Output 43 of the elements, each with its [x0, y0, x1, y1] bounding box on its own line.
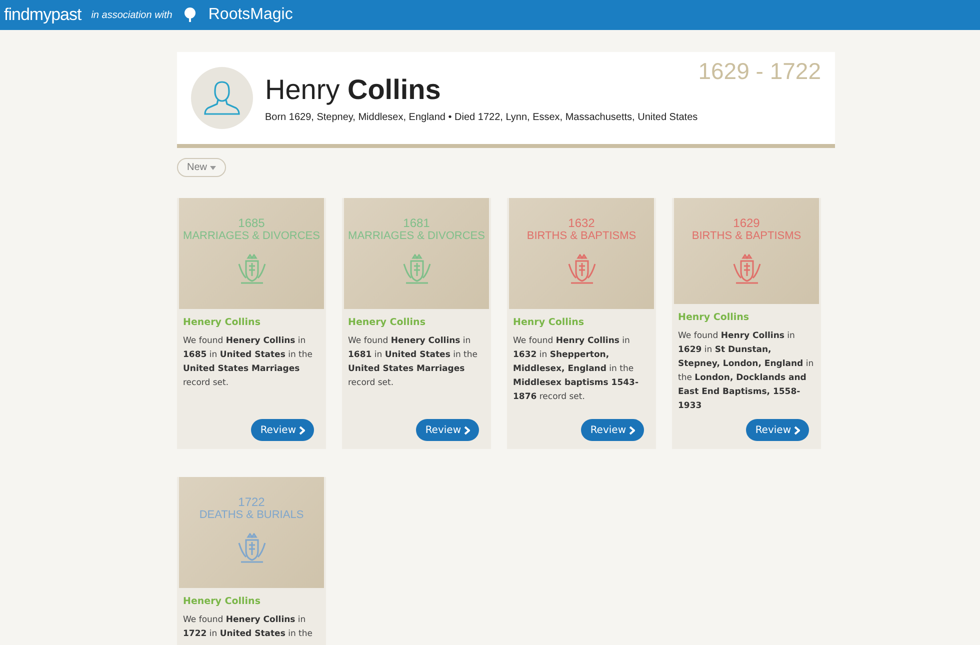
- life-summary: Born 1629, Stepney, Middlesex, England • Died 1722, Lynn, Essex, Massachusetts, United States: [265, 112, 698, 122]
- caret-icon: [210, 166, 216, 170]
- record-name: Henry Collins: [678, 312, 750, 323]
- partner-logo[interactable]: RootsMagic: [208, 6, 293, 24]
- review-button[interactable]: Review: [581, 419, 644, 441]
- person-icon: [202, 78, 242, 118]
- record-description: We found Henry Collins in 1629 in St Dunstan, Stepney, London, England in the London, Docklands and East End Baptisms, 1558-1933: [678, 330, 815, 413]
- record-description: We found Henery Collins in 1681 in United States in the United States Marriages record set.: [348, 335, 478, 390]
- cover-category: BIRTHS & BAPTISMS: [692, 230, 802, 242]
- lifespan: 1629 - 1722: [698, 58, 821, 85]
- crest-icon: [732, 254, 762, 286]
- filter-dropdown[interactable]: New: [177, 158, 226, 177]
- cover-category: MARRIAGES & DIVORCES: [348, 230, 485, 242]
- cover-year: 1685: [238, 216, 265, 230]
- cover-category: BIRTHS & BAPTISMS: [526, 230, 636, 242]
- cover-year: 1632: [568, 216, 595, 230]
- chevron-icon: [629, 426, 635, 434]
- association-text: in association with: [91, 10, 172, 20]
- record-name: Henry Collins: [513, 317, 586, 328]
- chevron-icon: [299, 426, 305, 434]
- record-description: We found Henery Collins in 1722 in United States in the: [183, 614, 314, 641]
- crest-icon: [566, 254, 596, 286]
- chevron-icon: [464, 426, 470, 434]
- cover-category: DEATHS & BURIALS: [199, 509, 304, 521]
- review-button[interactable]: Review: [416, 419, 479, 441]
- cover-year: 1681: [403, 216, 430, 230]
- chevron-icon: [794, 426, 800, 434]
- tree-icon: [182, 7, 198, 23]
- cover-year: 1629: [733, 216, 760, 230]
- person-name: Henry Collins: [265, 74, 442, 106]
- record-name: Henery Collins: [183, 596, 262, 607]
- record-name: Henery Collins: [183, 317, 262, 328]
- record-name: Henery Collins: [348, 317, 426, 328]
- review-button[interactable]: Review: [251, 419, 314, 441]
- review-button[interactable]: Review: [746, 419, 809, 441]
- record-description: We found Henery Collins in 1685 in United States in the United States Marriages record set.: [183, 335, 314, 390]
- cover-year: 1722: [238, 495, 265, 509]
- crest-icon: [236, 254, 266, 286]
- cover-category: MARRIAGES & DIVORCES: [183, 230, 320, 242]
- logo[interactable]: findmypast: [4, 5, 82, 25]
- crest-icon: [236, 533, 266, 565]
- record-description: We found Henry Collins in 1632 in Shepperton, Middlesex, England in the Middlesex baptisms 1543-1876 record set.: [513, 335, 640, 404]
- crest-icon: [402, 254, 432, 286]
